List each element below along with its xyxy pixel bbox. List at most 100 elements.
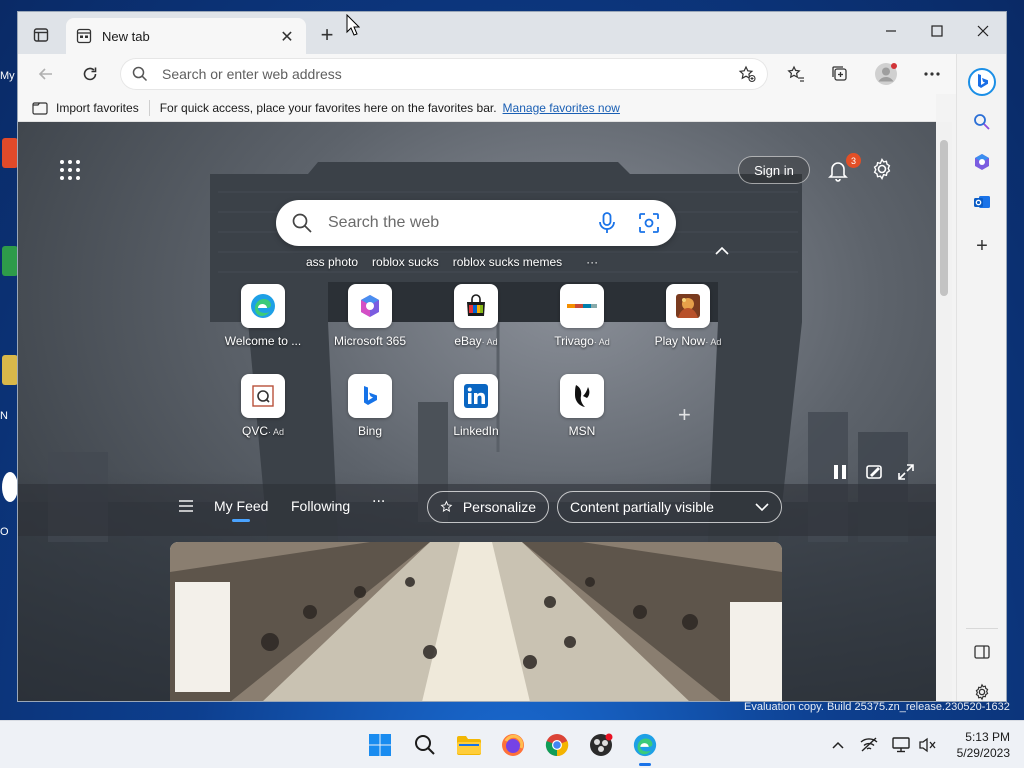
refresh-button[interactable] [74,58,106,90]
sidebar-search-button[interactable] [966,106,998,138]
tile-label: eBay [454,334,482,348]
quick-link-tile[interactable]: eBay· Ad [421,284,531,364]
edge-logo-icon [241,284,285,328]
trending-search-item[interactable]: roblox sucks memes [453,255,562,269]
network-tray-icon[interactable] [859,735,879,755]
monitor-icon [892,737,910,753]
web-search-input[interactable] [328,214,598,232]
page-settings-gear-icon[interactable] [870,157,894,181]
web-search-box[interactable] [276,200,676,246]
settings-and-more-button[interactable] [916,58,948,90]
taskbar-search-button[interactable] [409,729,441,761]
volume-tray-icon[interactable] [917,735,937,755]
profile-button[interactable] [870,58,902,90]
tab-my-feed[interactable]: My Feed [214,498,268,522]
maximize-icon [931,25,943,37]
taskbar-file-explorer[interactable] [453,729,485,761]
sidebar-outlook-button[interactable] [966,186,998,218]
trending-searches: ass photo roblox sucks roblox sucks meme… [306,255,612,269]
add-favorite-icon[interactable] [738,65,756,83]
hamburger-menu-icon[interactable] [178,499,194,513]
taskbar-edge[interactable] [629,729,661,766]
scrollbar-thumb[interactable] [940,140,948,296]
bing-chat-button[interactable] [966,66,998,98]
desktop-label: My [0,70,15,82]
maximize-button[interactable] [914,16,960,46]
pause-background-icon[interactable] [830,462,850,482]
desktop-app-icon[interactable] [2,138,18,168]
page-scrollbar[interactable] [936,122,952,701]
more-horizontal-icon [924,72,940,76]
display-tray-icon[interactable] [891,735,911,755]
tab-following[interactable]: Following [291,498,350,514]
content-visibility-dropdown[interactable]: Content partially visible [557,491,782,523]
new-tab-button[interactable]: + [314,22,340,48]
ebay-logo-icon [454,284,498,328]
feed-article-image[interactable] [170,542,782,701]
quick-link-tile[interactable]: Trivago· Ad [527,284,637,364]
import-favorites-button[interactable]: Import favorites [56,101,139,115]
tile-ad-label: · Ad [593,337,610,347]
tab-new-tab[interactable]: New tab ✕ [66,18,306,54]
windows-logo-icon [369,734,391,756]
manage-favorites-link[interactable]: Manage favorites now [503,101,620,115]
sidebar-divider [966,628,998,629]
taskbar-firefox[interactable] [497,729,529,761]
mouse-pointer-icon [346,14,360,36]
trending-search-item[interactable]: roblox sucks [372,255,439,269]
sidebar-settings-button[interactable] [966,676,998,701]
network-disconnected-icon [860,737,878,752]
sidebar-add-button[interactable]: + [966,230,998,262]
quick-link-tile[interactable]: Microsoft 365 [315,284,425,364]
system-clock[interactable]: 5:13 PM 5/29/2023 [944,729,1010,761]
taskbar-chrome[interactable] [541,729,573,761]
desktop-app-icon[interactable] [2,472,18,502]
quick-link-tile[interactable]: MSN [527,374,637,454]
chevron-up-icon[interactable] [715,246,729,256]
active-app-indicator [639,763,651,766]
personalize-button[interactable]: Personalize [427,491,549,523]
notification-badge: 3 [846,153,861,168]
desktop-app-icon[interactable] [2,355,18,385]
expand-icon[interactable] [896,462,916,482]
quick-link-tile[interactable]: Welcome to ... [208,284,318,364]
workspaces-button[interactable] [28,24,54,46]
evaluation-watermark: Evaluation copy. Build 25375.zn_release.… [744,701,1010,713]
quick-link-tile[interactable]: LinkedIn [421,374,531,454]
favorites-button[interactable] [780,58,812,90]
show-hidden-icons-button[interactable] [828,735,848,755]
quick-link-tile[interactable]: Bing [315,374,425,454]
trivago-logo-icon [560,284,604,328]
add-quick-link-button[interactable]: + [678,402,691,428]
quick-link-tile[interactable]: QVC· Ad [208,374,318,454]
taskbar-obs[interactable] [585,729,617,761]
close-tab-icon[interactable]: ✕ [278,27,296,46]
address-input[interactable] [162,66,738,82]
quick-link-tile[interactable]: Play Now· Ad [633,284,743,364]
visual-search-icon[interactable] [638,212,660,234]
start-button[interactable] [364,729,396,761]
sidebar-office-button[interactable] [966,146,998,178]
edge-icon [633,733,657,757]
firefox-icon [502,734,524,756]
microphone-icon[interactable] [598,212,616,234]
feed-more-icon[interactable]: ··· [372,494,385,510]
tab-title: New tab [102,28,150,44]
customize-background-icon[interactable] [864,462,884,482]
desktop-app-icon[interactable] [2,246,18,276]
profile-avatar-icon [875,63,897,85]
trending-search-item[interactable]: ass photo [306,255,358,269]
collections-button[interactable] [824,58,856,90]
hide-sidebar-button[interactable] [966,636,998,668]
game-thumbnail-icon [666,284,710,328]
app-launcher-icon[interactable] [58,158,82,182]
back-button[interactable] [30,58,62,90]
tab-actions-icon [33,28,49,42]
trending-more-icon[interactable]: ··· [586,255,598,269]
tile-label: MSN [568,424,596,438]
navigation-toolbar [18,54,1006,94]
minimize-button[interactable] [868,16,914,46]
address-bar[interactable] [120,58,768,90]
sign-in-button[interactable]: Sign in [738,156,810,184]
close-window-button[interactable] [960,16,1006,46]
